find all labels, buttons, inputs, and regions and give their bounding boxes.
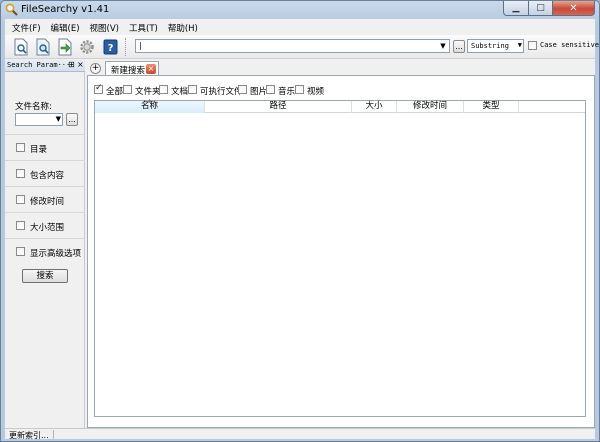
filter-music-checkbox[interactable] [266,85,275,94]
search-path-input[interactable]: | ▼ [135,39,450,53]
directory-checkbox[interactable] [16,143,25,152]
filter-label: 文档 [171,87,189,97]
search-button[interactable]: 搜索 [22,269,68,283]
minimize-icon: ▁ [512,3,520,13]
chevron-down-icon[interactable]: ▼ [56,115,61,123]
status-separator [53,430,54,439]
filter-document-checkbox[interactable] [159,85,168,94]
document-magnifier-icon [36,38,49,55]
panel-title: Search Param··· [7,61,71,69]
option-contains[interactable]: 包含内容 [5,160,85,186]
search-path-value: | [139,41,142,50]
column-type[interactable]: 类型 [464,101,519,113]
menu-help[interactable]: 帮助(H) [163,19,203,35]
option-label: 目录 [30,145,48,155]
column-name[interactable]: ▲ 名称 [95,98,205,113]
status-bar: 更新索引... [5,428,595,440]
column-path[interactable]: 路径 [205,101,352,113]
status-text: 更新索引... [9,431,49,440]
match-mode-select[interactable]: Substring ▼ [467,39,524,53]
filter-executable-checkbox[interactable] [188,85,197,94]
minimize-button[interactable]: ▁ [503,1,529,16]
close-button[interactable]: ✕ [553,1,595,16]
settings-button[interactable] [77,37,96,56]
menu-tools[interactable]: 工具(T) [124,19,163,35]
chevron-down-icon: ▼ [517,41,522,49]
client-area: 文件(F) 编辑(E) 视图(V) 工具(T) 帮助(H) ? | ▼ ... … [5,19,599,440]
advanced-checkbox[interactable] [16,247,25,256]
filter-video-checkbox[interactable] [295,85,304,94]
magnifier-app-icon [5,3,18,16]
toolbar-separator [125,38,127,56]
filter-label: 全部 [106,87,124,97]
column-size[interactable]: 大小 [352,101,397,113]
filename-input[interactable]: ▼ [15,113,63,126]
menu-view[interactable]: 视图(V) [85,19,124,35]
search-tab-content: 全部 文件夹 文档 可执行文件 图片 [87,75,595,428]
column-label: 路径 [269,101,287,111]
filter-label: 视频 [307,87,325,97]
case-sensitive-checkbox[interactable] [528,41,537,50]
search-params-panel: Search Param··· ⊞ × 文件名称: ▼ ... 目录 包含内容 … [5,60,85,428]
tab-new-search[interactable]: 新建搜索 × [105,61,159,76]
results-header: ▲ 名称 路径 大小 修改时间 类型 [95,98,585,113]
size-range-checkbox[interactable] [16,221,25,230]
filter-label: 可执行文件 [200,87,243,97]
modified-time-checkbox[interactable] [16,195,25,204]
filter-all-checkbox[interactable] [94,83,103,94]
add-tab-button[interactable]: + [90,63,101,74]
option-directory[interactable]: 目录 [5,134,85,160]
results-list[interactable]: ▲ 名称 路径 大小 修改时间 类型 [94,98,586,417]
option-label: 大小范围 [30,223,65,233]
close-icon: ✕ [569,2,578,14]
help-button[interactable]: ? [101,37,120,56]
search-in-results-button[interactable] [33,37,52,56]
case-sensitive-label: Case sensitive [540,41,600,49]
filter-folder-checkbox[interactable] [123,85,132,94]
sort-arrow-icon: ▲ [147,98,152,104]
document-search-icon [14,38,27,55]
panel-header: Search Param··· ⊞ × [5,60,85,72]
title-bar[interactable]: FileSearchy v1.41 ▁ □ ✕ [1,1,599,19]
plus-icon: + [91,63,100,73]
maximize-icon: □ [536,3,545,13]
panel-close-icon[interactable]: × [77,60,84,69]
filename-browse-button[interactable]: ... [66,113,78,126]
toolbar: ? | ▼ ... Substring ▼ Case sensitive [5,35,599,59]
filter-label: 图片 [250,87,268,97]
window-title: FileSearchy v1.41 [21,4,110,15]
option-advanced[interactable]: 显示高级选项 [5,238,85,264]
tab-strip: + 新建搜索 × [87,60,595,76]
column-label: 大小 [365,101,383,111]
column-label: 修改时间 [412,101,447,111]
option-size-range[interactable]: 大小范围 [5,212,85,238]
filter-image-checkbox[interactable] [238,85,247,94]
chevron-down-icon[interactable]: ▼ [437,40,449,52]
help-icon: ? [103,39,118,54]
option-modified-time[interactable]: 修改时间 [5,186,85,212]
menu-edit[interactable]: 编辑(E) [46,19,85,35]
filter-label: 音乐 [278,87,296,97]
export-button[interactable] [55,37,74,56]
new-search-button[interactable] [11,37,30,56]
match-mode-value: Substring [471,42,509,50]
export-arrow-icon [58,38,71,55]
pin-icon[interactable]: ⊞ [68,60,75,69]
maximize-button[interactable]: □ [529,1,553,16]
svg-text:?: ? [108,43,114,54]
menu-file[interactable]: 文件(F) [7,19,46,35]
browse-path-button[interactable]: ... [453,40,465,53]
column-modified[interactable]: 修改时间 [397,101,464,113]
contains-checkbox[interactable] [16,169,25,178]
app-window: FileSearchy v1.41 ▁ □ ✕ 文件(F) 编辑(E) 视图(V… [0,0,600,442]
option-label: 显示高级选项 [30,249,82,259]
filename-label: 文件名称: [15,102,52,112]
menu-bar: 文件(F) 编辑(E) 视图(V) 工具(T) 帮助(H) [5,19,595,35]
gear-icon [79,39,94,54]
option-label: 修改时间 [30,197,65,207]
column-label: 类型 [482,101,500,111]
option-label: 包含内容 [30,171,65,181]
tab-close-icon[interactable]: × [146,64,156,74]
